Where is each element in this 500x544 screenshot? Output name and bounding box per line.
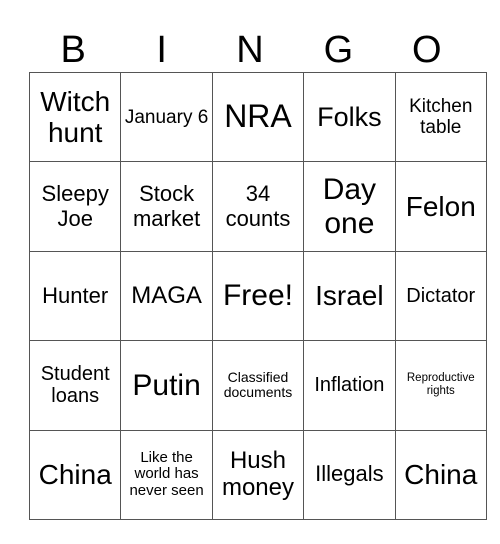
header-letter-o: O (412, 29, 442, 71)
bingo-cell[interactable]: 34 counts (211, 161, 305, 252)
bingo-cell[interactable]: Witch hunt (28, 71, 122, 163)
bingo-cell[interactable]: China (28, 429, 122, 520)
bingo-cell[interactable]: Hunter (28, 250, 122, 342)
bingo-cell[interactable]: Stock market (120, 161, 213, 252)
bingo-cell[interactable]: China (394, 429, 487, 520)
bingo-cell[interactable]: Reproductive rights (394, 340, 487, 431)
bingo-cell[interactable]: Day one (303, 161, 396, 252)
bingo-cell[interactable]: Kitchen table (394, 71, 487, 163)
bingo-header: B I N G O (29, 28, 471, 72)
header-letter-n: N (236, 29, 264, 71)
free-space[interactable]: Free! (211, 250, 305, 342)
bingo-cell[interactable]: Folks (303, 71, 396, 163)
bingo-cell[interactable]: Like the world has never seen (120, 429, 213, 520)
card-row: Sleepy Joe Stock market 34 counts Day on… (28, 161, 487, 252)
card-row: Hunter MAGA Free! Israel Dictator (28, 250, 487, 342)
bingo-cell[interactable]: Classified documents (211, 340, 305, 431)
bingo-cell[interactable]: Hush money (211, 429, 305, 520)
bingo-cell[interactable]: Felon (394, 161, 487, 252)
card-row: Student loans Putin Classified documents… (28, 340, 487, 431)
bingo-cell[interactable]: MAGA (120, 250, 213, 342)
card-row: Witch hunt January 6 NRA Folks Kitchen t… (28, 71, 487, 163)
bingo-cell[interactable]: Sleepy Joe (28, 161, 122, 252)
header-letter-g: G (323, 29, 354, 71)
bingo-cell[interactable]: Dictator (394, 250, 487, 342)
bingo-cell[interactable]: Inflation (303, 340, 396, 431)
card-row: China Like the world has never seen Hush… (28, 429, 487, 520)
bingo-cell[interactable]: Israel (303, 250, 396, 342)
bingo-cell[interactable]: NRA (211, 71, 305, 163)
bingo-cell[interactable]: January 6 (120, 71, 213, 163)
bingo-cell[interactable]: Putin (120, 340, 213, 431)
bingo-card: Witch hunt January 6 NRA Folks Kitchen t… (28, 71, 487, 520)
header-letter-b: B (60, 29, 86, 71)
header-letter-i: I (156, 29, 167, 71)
bingo-cell[interactable]: Illegals (303, 429, 396, 520)
bingo-cell[interactable]: Student loans (28, 340, 122, 431)
